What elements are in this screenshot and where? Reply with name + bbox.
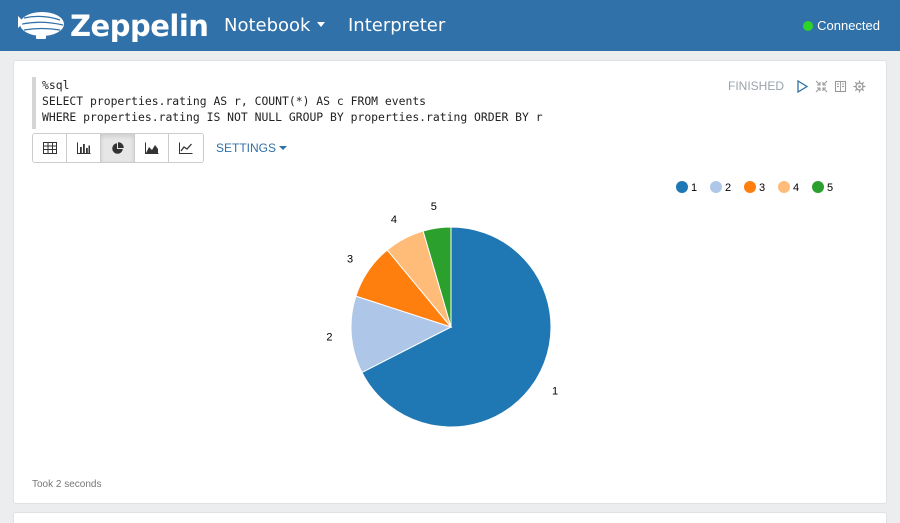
execution-time: Took 2 seconds: [32, 479, 102, 490]
brand-name: Zeppelin: [70, 9, 209, 43]
legend-label: 3: [759, 182, 765, 194]
legend-swatch: [676, 181, 688, 193]
legend-item-2[interactable]: 2: [710, 181, 731, 194]
slice-label: 3: [347, 253, 353, 265]
legend-swatch: [744, 181, 756, 193]
zeppelin-logo-icon: [18, 12, 64, 39]
slice-label: 4: [391, 214, 397, 226]
slice-label: 5: [431, 201, 437, 213]
status-label: Connected: [817, 18, 880, 33]
legend-label: 4: [793, 182, 799, 194]
navbar: Zeppelin Notebook Interpreter Connected: [0, 0, 900, 51]
legend-item-4[interactable]: 4: [778, 181, 799, 194]
brand-link[interactable]: Zeppelin: [14, 6, 209, 46]
notebook-menu[interactable]: Notebook: [224, 15, 326, 36]
interpreter-link-label: Interpreter: [348, 15, 446, 36]
legend-label: 5: [827, 182, 833, 194]
notebook-menu-label: Notebook: [224, 15, 311, 36]
legend-swatch: [710, 181, 722, 193]
legend-label: 1: [691, 182, 697, 194]
status-dot-icon: [803, 20, 814, 31]
paragraph-card: %sql SELECT properties.rating AS r, COUNT…: [13, 60, 887, 504]
legend-swatch: [778, 181, 790, 193]
legend-item-3[interactable]: 3: [744, 181, 765, 194]
next-paragraph-card: [13, 512, 887, 523]
legend-swatch: [812, 181, 824, 193]
slice-label: 1: [552, 386, 558, 398]
legend-item-1[interactable]: 1: [676, 181, 697, 194]
legend-item-5[interactable]: 5: [812, 181, 833, 194]
slice-label: 2: [326, 332, 332, 344]
legend-label: 2: [725, 182, 731, 194]
connection-status: Connected: [803, 18, 880, 33]
pie-chart: 1 2 3 4 5 1 2 3 4 5: [326, 181, 833, 428]
interpreter-link[interactable]: Interpreter: [348, 15, 445, 36]
chevron-down-icon: [317, 21, 326, 27]
